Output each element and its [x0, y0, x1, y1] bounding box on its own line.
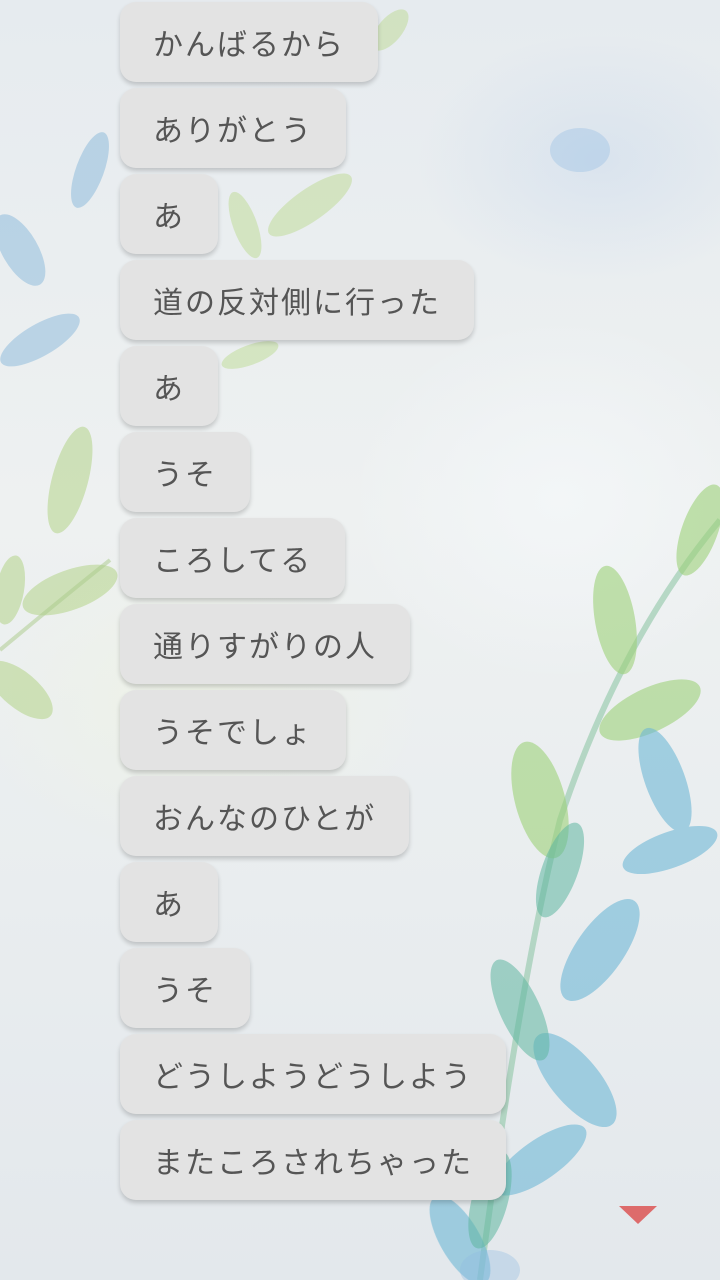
message-bubble: あ — [120, 862, 218, 942]
message-bubble: 道の反対側に行った — [120, 260, 474, 340]
message-bubble: あ — [120, 346, 218, 426]
message-bubble: ありがとう — [120, 88, 346, 168]
message-bubble: 通りすがりの人 — [120, 604, 410, 684]
message-bubble: うそでしょ — [120, 690, 346, 770]
message-bubble: かんばるから — [120, 2, 378, 82]
message-bubble: またころされちゃった — [120, 1120, 506, 1200]
triangle-down-icon[interactable] — [619, 1206, 657, 1224]
message-bubble: どうしようどうしよう — [120, 1034, 506, 1114]
message-bubble: ころしてる — [120, 518, 346, 598]
message-bubble: おんなのひとが — [120, 776, 410, 856]
message-bubble: うそ — [120, 432, 250, 512]
message-bubble: あ — [120, 174, 218, 254]
message-bubble: うそ — [120, 948, 250, 1028]
